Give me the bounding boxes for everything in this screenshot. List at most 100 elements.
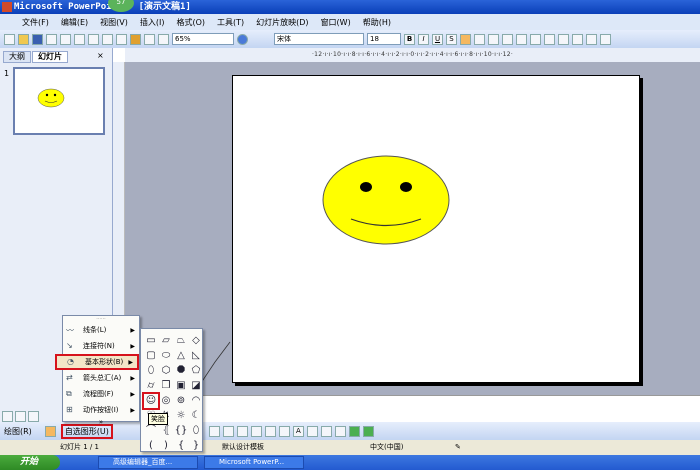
italic-button[interactable]: I	[418, 33, 429, 45]
align-right-icon[interactable]	[488, 33, 499, 45]
menu-item-basic-shapes[interactable]: ◔ 基本形状(B) ▶	[55, 354, 139, 370]
font-select[interactable]: 宋体	[274, 33, 364, 45]
diagram-icon[interactable]	[222, 425, 234, 437]
shadow-style-icon[interactable]	[348, 425, 360, 437]
shape-button[interactable]: (	[144, 439, 158, 453]
shape-button[interactable]: {}	[174, 424, 188, 438]
wordart-icon[interactable]	[208, 425, 220, 437]
shape-button[interactable]: ☼	[174, 409, 188, 423]
shape-button[interactable]: ⯃	[174, 364, 188, 378]
numbering-icon[interactable]	[530, 33, 541, 45]
select-pointer-icon[interactable]	[44, 425, 56, 437]
shape-button[interactable]: ▢	[144, 349, 158, 363]
help-icon[interactable]	[237, 33, 248, 45]
sorter-view-icon[interactable]	[15, 410, 26, 422]
shape-button[interactable]: ⌒	[144, 424, 158, 438]
shadow-button[interactable]: S	[446, 33, 457, 45]
shape-button[interactable]: }	[189, 439, 203, 453]
menu-item-flowchart[interactable]: ⧉ 流程图(F) ▶	[63, 386, 139, 402]
menu-item-block-arrows[interactable]: ⇄ 箭头总汇(A) ▶	[63, 370, 139, 386]
shape-button[interactable]: ▱	[159, 334, 173, 348]
decrease-font-icon[interactable]	[572, 33, 583, 45]
distribute-icon[interactable]	[516, 33, 527, 45]
fill-color-icon[interactable]	[264, 425, 276, 437]
line-color-icon[interactable]	[278, 425, 290, 437]
preview-icon[interactable]	[60, 33, 71, 45]
indent-icon[interactable]	[600, 33, 611, 45]
outdent-icon[interactable]	[586, 33, 597, 45]
shape-button[interactable]: ▭	[144, 334, 158, 348]
font-color-icon[interactable]: A	[292, 425, 304, 437]
close-icon[interactable]: ×	[97, 51, 104, 60]
shape-button[interactable]: ◺	[189, 349, 203, 363]
shape-button[interactable]: △	[174, 349, 188, 363]
clipart-icon[interactable]	[236, 425, 248, 437]
new-icon[interactable]	[4, 33, 15, 45]
arrow-style-icon[interactable]	[334, 425, 346, 437]
menu-insert[interactable]: 插入(I)	[140, 17, 165, 28]
shape-button[interactable]: ◪	[189, 379, 203, 393]
shape-button[interactable]: ⬠	[189, 364, 203, 378]
shape-button[interactable]: ◎	[159, 394, 173, 408]
shape-button[interactable]: ◠	[189, 394, 203, 408]
dash-style-icon[interactable]	[320, 425, 332, 437]
shape-button[interactable]: ☾	[189, 409, 203, 423]
picture-icon[interactable]	[250, 425, 262, 437]
spelling-icon[interactable]	[74, 33, 85, 45]
justify-icon[interactable]	[502, 33, 513, 45]
menu-format[interactable]: 格式(O)	[176, 17, 205, 28]
smiley-face[interactable]	[233, 76, 641, 384]
draw-menu[interactable]: 绘图(R)	[4, 426, 32, 437]
copy-icon[interactable]	[88, 33, 99, 45]
tab-outline[interactable]: 大纲	[3, 51, 31, 63]
table-icon[interactable]	[144, 33, 155, 45]
shape-button[interactable]: ⊚	[174, 394, 188, 408]
undo-icon[interactable]	[116, 33, 127, 45]
slideshow-view-icon[interactable]	[28, 410, 39, 422]
print-icon[interactable]	[46, 33, 57, 45]
chart-icon[interactable]	[130, 33, 141, 45]
expand-menu-icon[interactable]: »	[63, 418, 139, 426]
shape-button[interactable]: ⬭	[159, 349, 173, 363]
slide-thumbnail[interactable]	[13, 67, 105, 135]
shape-button[interactable]: ⏢	[174, 334, 188, 348]
shape-button[interactable]: )	[159, 439, 173, 453]
notes-pane[interactable]	[125, 395, 700, 410]
bold-button[interactable]: B	[404, 33, 415, 45]
increase-font-icon[interactable]	[558, 33, 569, 45]
shape-button[interactable]: ▣	[174, 379, 188, 393]
shape-button[interactable]: ⦃	[159, 424, 173, 438]
task-browser[interactable]: 高级编辑器_百度...	[98, 456, 198, 469]
shape-button[interactable]: ⬯	[144, 364, 158, 378]
bullets-icon[interactable]	[544, 33, 555, 45]
tab-slides[interactable]: 幻灯片	[32, 51, 68, 63]
align-left-icon[interactable]	[460, 33, 471, 45]
menu-view[interactable]: 视图(V)	[100, 17, 128, 28]
align-center-icon[interactable]	[474, 33, 485, 45]
paste-icon[interactable]	[102, 33, 113, 45]
menu-tools[interactable]: 工具(T)	[217, 17, 244, 28]
start-button[interactable]: 开始	[0, 455, 60, 470]
menu-help[interactable]: 帮助(H)	[363, 17, 391, 28]
underline-button[interactable]: U	[432, 33, 443, 45]
shape-button[interactable]: ⌭	[144, 379, 158, 393]
shape-button[interactable]: ◇	[189, 334, 203, 348]
shape-button[interactable]: ❒	[159, 379, 173, 393]
line-style-icon[interactable]	[306, 425, 318, 437]
shape-button[interactable]: {	[174, 439, 188, 453]
zoom-select[interactable]: 65%	[172, 33, 234, 45]
shape-button[interactable]: ⬯	[189, 424, 203, 438]
menu-slideshow[interactable]: 幻灯片放映(D)	[256, 17, 308, 28]
shape-button[interactable]: ⬡	[159, 364, 173, 378]
grid-icon[interactable]	[158, 33, 169, 45]
menu-window[interactable]: 窗口(W)	[321, 17, 351, 28]
smiley-shape-button[interactable]: ☺	[142, 392, 160, 410]
menu-edit[interactable]: 编辑(E)	[61, 17, 88, 28]
task-powerpoint[interactable]: Microsoft PowerP...	[204, 456, 304, 469]
normal-view-icon[interactable]	[2, 410, 13, 422]
menu-file[interactable]: 文件(F)	[22, 17, 49, 28]
font-size-select[interactable]: 18	[367, 33, 401, 45]
slide-canvas[interactable]	[232, 75, 640, 383]
open-icon[interactable]	[18, 33, 29, 45]
menu-item-lines[interactable]: 〰线条(L) ▶	[63, 322, 139, 338]
